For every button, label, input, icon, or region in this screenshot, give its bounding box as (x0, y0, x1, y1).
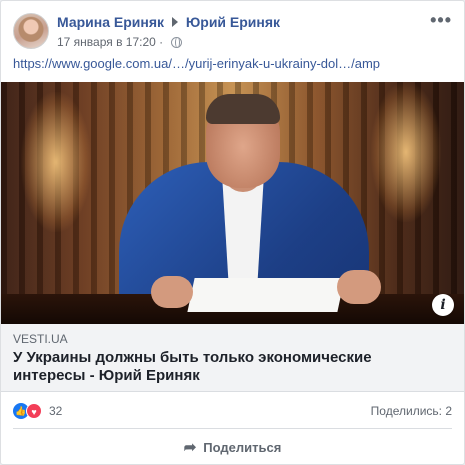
hand (151, 276, 193, 308)
info-icon[interactable]: i (432, 294, 454, 316)
post-header: Марина Ериняк Юрий Ериняк 17 января в 17… (13, 11, 452, 53)
link-domain: VESTI.UA (13, 332, 68, 346)
reaction-count[interactable]: 32 (49, 404, 62, 418)
link-preview-box[interactable]: VESTI.UA У Украины должны быть только эк… (1, 324, 464, 392)
post-timestamp[interactable]: 17 января в 17:20 · (57, 35, 163, 49)
divider (13, 428, 452, 429)
post-author-line: Марина Ериняк Юрий Ериняк (57, 14, 280, 30)
hair (206, 94, 280, 124)
author-avatar[interactable] (13, 13, 49, 49)
more-options-icon[interactable]: ••• (430, 11, 452, 29)
author-name[interactable]: Марина Ериняк (57, 14, 164, 30)
share-button[interactable]: ➦ Поделиться (1, 434, 464, 462)
share-arrow-icon: ➦ (183, 439, 197, 456)
post-meta: 17 января в 17:20 · (57, 35, 182, 49)
share-label: Поделиться (203, 440, 282, 455)
post-stats: 👍 ♥ 32 Поделились: 2 (13, 400, 452, 422)
hand (337, 270, 381, 304)
paper-document (187, 278, 345, 312)
link-preview-image[interactable]: i (1, 82, 464, 324)
arrow-right-icon (171, 17, 178, 27)
link-headline[interactable]: У Украины должны быть только экономическ… (13, 349, 443, 385)
shares-count[interactable]: Поделились: 2 (371, 404, 452, 418)
lamp-glow (371, 82, 441, 222)
lamp-glow (21, 92, 91, 232)
post-card: Марина Ериняк Юрий Ериняк 17 января в 17… (0, 0, 465, 465)
target-name[interactable]: Юрий Ериняк (186, 14, 280, 30)
love-reaction-icon[interactable]: ♥ (26, 403, 42, 419)
post-link-text[interactable]: https://www.google.com.ua/…/yurij-erinya… (13, 56, 380, 71)
globe-icon (170, 37, 182, 48)
